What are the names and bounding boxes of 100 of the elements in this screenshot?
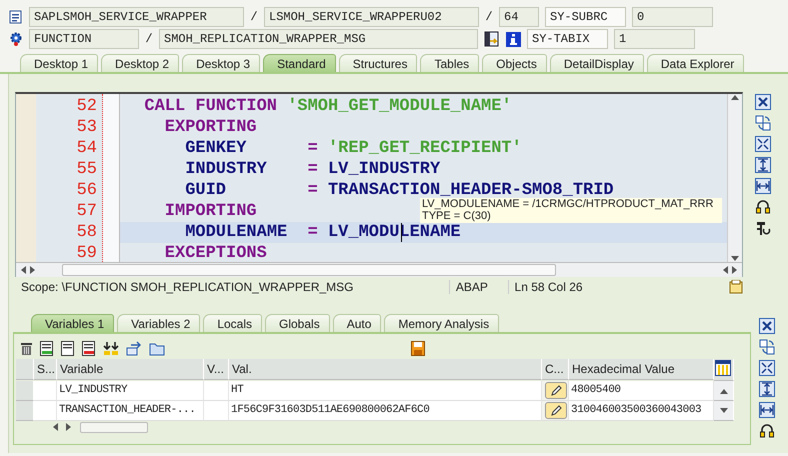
close-icon[interactable] [759,318,775,334]
scroll-left-icon[interactable] [722,266,728,274]
scope-text: Scope: \FUNCTION SMOH_REPLICATION_WRAPPER_MSG [20,280,355,294]
tab[interactable]: Desktop 3 [182,54,260,72]
line-number: 55 [76,159,98,180]
column-header[interactable]: Val. [229,359,542,380]
line-number: 57 [76,201,98,222]
table-cell: 1F56C9F31603D511AE690800062AF6C0 [229,401,542,421]
edit-button[interactable] [545,402,567,419]
horizontal-resize-icon[interactable] [759,402,775,418]
headphones-icon[interactable] [759,423,775,438]
field-value: LSMOH_SERVICE_WRAPPERU02 [264,7,479,27]
close-icon[interactable] [755,94,771,110]
line-number: 59 [76,243,98,262]
code-line: IMPORTING [164,201,257,222]
code-line: GUID = TRANSACTION_HEADER-SMO8_TRID [184,180,614,200]
table-cell [34,401,57,421]
scroll-down-icon[interactable] [720,408,728,414]
save-icon[interactable] [411,340,425,356]
code-line: EXCEPTIONS [164,243,267,262]
line-number: 58 [76,222,98,243]
scroll-up-icon[interactable] [731,94,739,100]
separator: / [145,32,153,46]
table-cell [204,401,229,421]
pencil-icon [550,404,562,416]
expand-icon[interactable] [759,360,775,376]
separator: / [485,10,493,24]
transfer-icon[interactable] [126,340,142,356]
field-value: FUNCTION [29,29,139,49]
line-number: 53 [76,117,98,138]
tab[interactable]: Memory Analysis [384,314,500,332]
table-cell: HT [229,381,542,401]
table-cell [34,381,57,401]
language-text: ABAP [448,280,508,294]
table-cell: 48005400 [569,381,714,401]
tab[interactable]: Structures [338,54,418,72]
tab[interactable]: Variables 1 [31,314,114,332]
vertical-resize-icon[interactable] [759,381,775,397]
column-header[interactable]: S... [34,359,57,380]
edit-button[interactable] [545,382,567,399]
swap-arrows-icon[interactable] [759,339,775,355]
scrollbar-thumb[interactable] [80,422,148,432]
trash-icon[interactable] [20,340,33,356]
column-header[interactable]: Hexadecimal Value [569,359,714,380]
line-number: 54 [76,138,98,159]
horizontal-resize-icon[interactable] [755,178,771,194]
tab[interactable]: Desktop 2 [101,54,180,72]
scrollbar-thumb[interactable] [62,264,556,276]
scroll-left-icon[interactable] [52,423,58,431]
code-line: CALL FUNCTION 'SMOH_GET_MODULE_NAME' [143,96,512,117]
pencil-icon [550,384,562,396]
code-line: GENKEY = 'REP_GET_RECIPIENT' [184,138,522,159]
tab[interactable]: Auto [332,314,382,332]
table-cell: LV_INDUSTRY [57,381,204,401]
list-icon[interactable] [61,340,75,356]
field-value: 0 [632,7,713,27]
tooltip: LV_MODULENAME = /1CRMGC/HTPRODUCT_MAT_RRR TYPE = C(30) [420,198,722,223]
notepad-icon[interactable] [728,280,743,294]
gear-icon [9,32,23,46]
scroll-left-icon[interactable] [20,266,26,274]
table-cell: TRANSACTION_HEADER-... [57,401,204,421]
scroll-right-icon[interactable] [732,266,738,274]
folder-icon[interactable] [149,340,165,356]
column-header[interactable]: V... [204,359,229,380]
headphones-icon[interactable] [755,199,771,215]
vertical-resize-icon[interactable] [755,157,771,173]
code-line: EXPORTING [164,117,257,138]
table-cell [204,381,229,401]
column-header[interactable]: Variable [57,359,204,380]
line-number: 56 [76,180,98,201]
scroll-right-icon[interactable] [30,266,36,274]
tab[interactable]: Locals [203,314,262,332]
separator: / [250,10,258,24]
field-value: 1 [614,29,695,49]
expand-icon[interactable] [755,136,771,152]
arrows-down-icon[interactable] [103,340,119,356]
tab[interactable]: Data Explorer [646,54,744,72]
field-value: 64 [499,7,539,27]
scroll-up-icon[interactable] [720,388,728,394]
tab[interactable]: Globals [265,314,330,332]
columns-icon[interactable] [715,360,731,376]
list-icon[interactable] [82,340,96,356]
column-header[interactable]: C... [542,359,569,380]
tab[interactable]: Objects [482,54,547,72]
scroll-right-icon[interactable] [66,423,72,431]
field-label: SY-TABIX [527,29,608,49]
cursor-position: Ln 58 Col 26 [508,280,729,294]
list-icon[interactable] [40,340,54,356]
tab[interactable]: Desktop 1 [20,54,98,72]
swap-arrows-icon[interactable] [755,115,771,131]
tab[interactable]: Tables [420,54,480,72]
table-cell: 310046003500360043003 [569,401,714,421]
line-number: 52 [76,96,98,117]
document-icon [9,10,23,24]
tab[interactable]: DetailDisplay [550,54,644,72]
tab[interactable]: Variables 2 [117,314,200,332]
tab[interactable]: Standard [263,54,336,72]
wrench-icon[interactable] [755,220,771,236]
info-icon[interactable] [506,32,521,46]
code-line: INDUSTRY = LV_INDUSTRY [184,159,440,180]
